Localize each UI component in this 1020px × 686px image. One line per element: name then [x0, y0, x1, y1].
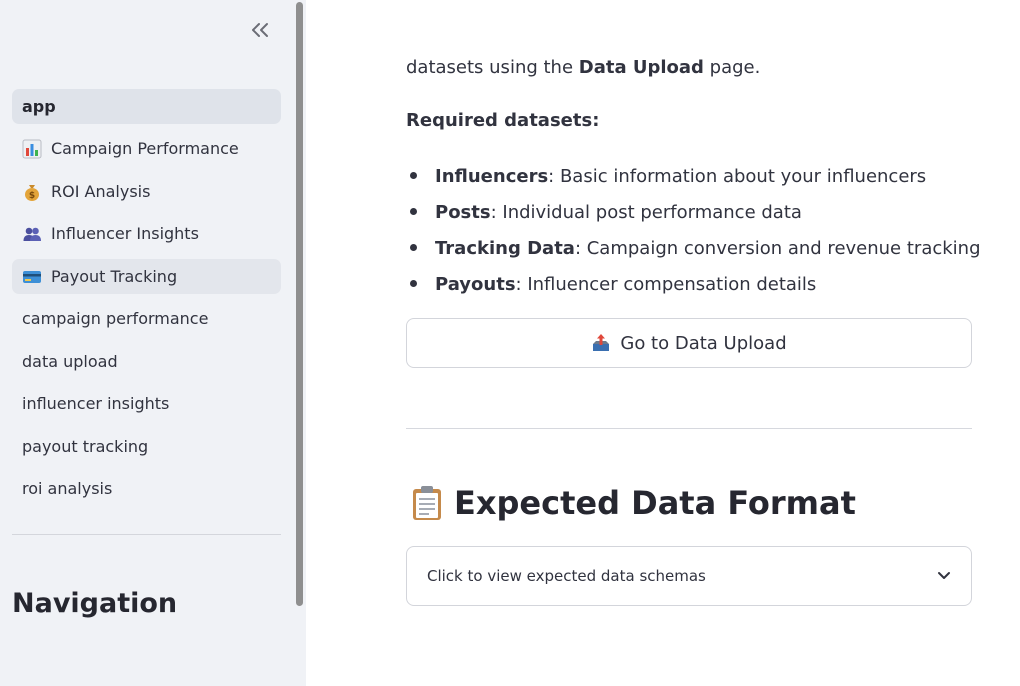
clipboard-icon [412, 485, 442, 521]
sidebar-item-label: payout tracking [22, 437, 149, 456]
list-item: Payouts: Influencer compensation details [406, 266, 981, 302]
expander-label: Click to view expected data schemas [427, 567, 706, 585]
sidebar-item-label: Influencer Insights [51, 224, 199, 243]
dataset-name: Influencers [435, 165, 549, 187]
intro-text: datasets using the Data Upload page. [406, 57, 760, 78]
double-chevron-left-icon [252, 23, 268, 37]
outbox-tray-icon [591, 333, 611, 353]
bar-chart-icon [22, 139, 42, 159]
sidebar-divider [12, 534, 281, 535]
dataset-desc: : Individual post performance data [490, 201, 802, 223]
dataset-name: Tracking Data [435, 237, 575, 259]
section-title: Expected Data Format [406, 484, 856, 522]
intro-prefix: datasets using the [406, 57, 579, 78]
list-item: Tracking Data: Campaign conversion and r… [406, 230, 981, 266]
list-item: Influencers: Basic information about you… [406, 158, 981, 194]
section-title-label: Expected Data Format [454, 484, 856, 522]
sidebar-item-campaign-performance-page[interactable]: campaign performance [12, 301, 281, 336]
sidebar-item-label: roi analysis [22, 479, 113, 498]
sidebar-item-campaign-performance[interactable]: Campaign Performance [12, 131, 281, 166]
collapse-sidebar-button[interactable] [246, 16, 274, 44]
sidebar: app Campaign Performance $ ROI Analysis [0, 0, 306, 686]
expected-data-schemas-expander[interactable]: Click to view expected data schemas [406, 546, 972, 606]
go-to-data-upload-button[interactable]: Go to Data Upload [406, 318, 972, 368]
intro-suffix: page. [703, 57, 761, 78]
required-datasets-heading: Required datasets: [406, 110, 600, 131]
sidebar-item-roi-analysis[interactable]: $ ROI Analysis [12, 174, 281, 209]
sidebar-item-influencer-insights[interactable]: Influencer Insights [12, 216, 281, 251]
dataset-name: Payouts [435, 273, 516, 295]
sidebar-item-label: Campaign Performance [51, 139, 239, 158]
dataset-name: Posts [435, 201, 491, 223]
sidebar-item-payout-tracking-page[interactable]: payout tracking [12, 429, 281, 464]
dataset-desc: : Campaign conversion and revenue tracki… [574, 237, 981, 259]
sidebar-item-label: campaign performance [22, 309, 209, 328]
sidebar-item-data-upload[interactable]: data upload [12, 344, 281, 379]
credit-card-icon [22, 267, 42, 287]
sidebar-item-label: data upload [22, 352, 118, 371]
sidebar-item-label: app [22, 97, 56, 116]
chevron-down-icon [937, 567, 951, 585]
sidebar-scrollbar[interactable] [296, 2, 303, 606]
dataset-desc: : Basic information about your influence… [548, 165, 927, 187]
sidebar-item-label: Payout Tracking [51, 267, 178, 286]
intro-bold-link-text: Data Upload [578, 57, 704, 78]
button-label: Go to Data Upload [620, 332, 787, 354]
datasets-list: Influencers: Basic information about you… [406, 158, 981, 302]
sidebar-item-payout-tracking[interactable]: Payout Tracking [12, 259, 281, 294]
sidebar-heading: Navigation [12, 588, 178, 619]
dataset-desc: : Influencer compensation details [515, 273, 817, 295]
sidebar-item-label: influencer insights [22, 394, 170, 413]
people-icon [22, 224, 42, 244]
sidebar-item-roi-analysis-page[interactable]: roi analysis [12, 471, 281, 506]
money-bag-icon: $ [22, 182, 42, 202]
list-item: Posts: Individual post performance data [406, 194, 981, 230]
sidebar-item-label: ROI Analysis [51, 182, 151, 201]
svg-text:$: $ [29, 191, 35, 201]
sidebar-item-app[interactable]: app [12, 89, 281, 124]
main-content: datasets using the Data Upload page. Req… [306, 0, 1020, 686]
section-divider [406, 428, 972, 429]
sidebar-item-influencer-insights-page[interactable]: influencer insights [12, 386, 281, 421]
